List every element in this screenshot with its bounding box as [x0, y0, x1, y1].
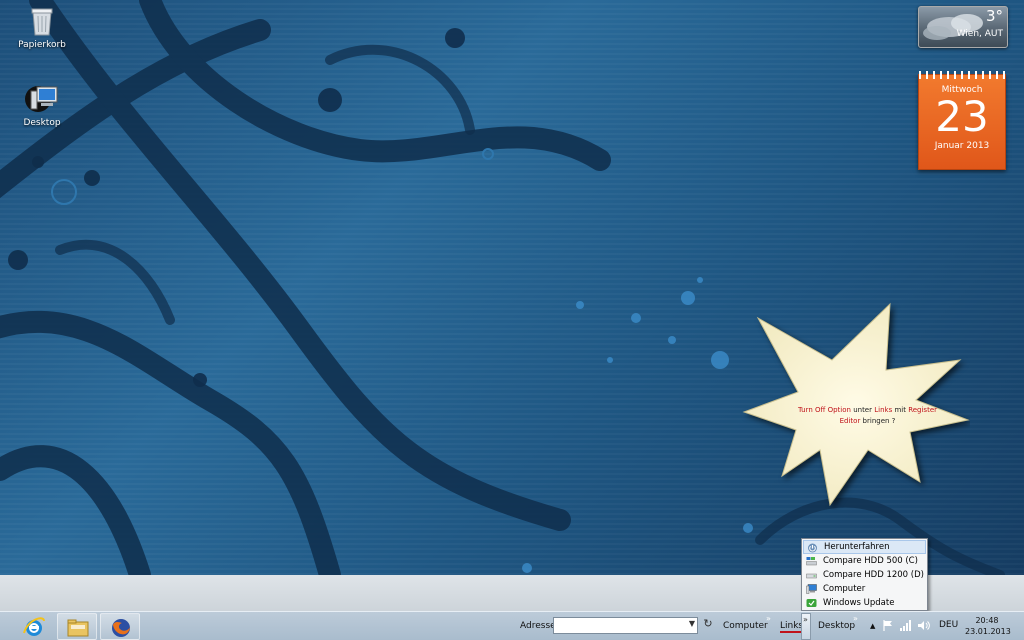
callout-text-part: mit — [892, 406, 909, 414]
taskbar-app-internet-explorer[interactable] — [14, 613, 54, 640]
calendar-rings — [919, 71, 1007, 79]
starburst-callout-text: Turn Off Option unter Links mit Register… — [790, 405, 945, 427]
show-hidden-icons-icon[interactable]: ▲ — [870, 622, 875, 630]
action-center-flag-icon[interactable] — [883, 620, 893, 634]
links-toolbar-menu: Herunterfahren Compare HDD 500 (C) Compa… — [801, 538, 928, 611]
menu-item-compare-hdd-500[interactable]: Compare HDD 500 (C) — [803, 554, 926, 568]
desktop-icon-label: Papierkorb — [18, 40, 66, 50]
callout-text-part: Links — [874, 406, 893, 414]
power-icon — [807, 543, 818, 553]
toolbar-desktop[interactable]: Desktop — [818, 621, 855, 631]
internet-explorer-icon — [23, 617, 45, 636]
menu-item-computer[interactable]: Computer — [803, 582, 926, 596]
calendar-day: 23 — [935, 92, 989, 141]
menu-item-windows-update[interactable]: Windows Update — [803, 596, 926, 610]
desktop-icon-label: Desktop — [23, 118, 61, 128]
taskbar-app-explorer[interactable] — [57, 613, 97, 640]
folder-icon — [67, 619, 89, 637]
windows-update-icon — [806, 598, 817, 608]
callout-text-part: unter — [850, 406, 875, 414]
taskbar-app-firefox[interactable] — [100, 613, 140, 640]
desktop-icon-desktop[interactable]: Desktop — [12, 82, 72, 128]
taskbar: Adresse ▼ ↻ Computer » Links » Desktop »… — [0, 611, 1024, 640]
recycle-bin-icon — [25, 4, 59, 38]
toolbar-chevron-computer[interactable]: » — [766, 614, 771, 623]
menu-item-herunterfahren[interactable]: Herunterfahren — [803, 540, 926, 554]
weather-temperature: 3° — [985, 7, 1003, 25]
chevron-down-icon[interactable]: ▼ — [689, 619, 695, 628]
address-toolbar-label: Adresse — [520, 621, 556, 631]
address-input[interactable]: ▼ — [553, 617, 698, 634]
callout-text-part: bringen ? — [860, 417, 896, 425]
network-signal-icon[interactable] — [900, 620, 912, 634]
refresh-icon[interactable]: ↻ — [700, 617, 716, 634]
clock-time: 20:48 — [975, 616, 999, 625]
toolbar-chevron-links-glyph: » — [803, 615, 808, 624]
drive-icon — [806, 570, 817, 580]
menu-item-label: Computer — [823, 584, 866, 594]
menu-item-compare-hdd-1200[interactable]: Compare HDD 1200 (D) — [803, 568, 926, 582]
weather-location: Wien, AUT — [956, 29, 1003, 39]
menu-item-label: Compare HDD 1200 (D) — [823, 570, 924, 580]
menu-item-label: Herunterfahren — [824, 542, 890, 552]
menu-item-label: Windows Update — [823, 598, 895, 608]
toolbar-links[interactable]: Links — [780, 621, 804, 633]
drive-icon — [806, 556, 817, 566]
menu-item-label: Compare HDD 500 (C) — [823, 556, 918, 566]
desktop-icon-recycle-bin[interactable]: Papierkorb — [12, 4, 72, 50]
input-language-indicator[interactable]: DEU — [939, 620, 958, 630]
calendar-gadget[interactable]: Mittwoch 23 Januar 2013 — [918, 71, 1007, 170]
computer-icon — [806, 584, 817, 594]
toolbar-chevron-links[interactable]: » — [801, 613, 811, 640]
toolbar-chevron-desktop[interactable]: » — [853, 614, 858, 623]
computer-icon — [25, 82, 59, 116]
firefox-icon — [112, 619, 130, 637]
toolbar-computer[interactable]: Computer — [723, 621, 768, 631]
volume-speaker-icon[interactable] — [918, 620, 930, 634]
callout-text-part: Turn Off Option — [797, 406, 851, 414]
calendar-month-year: Januar 2013 — [934, 141, 990, 151]
weather-gadget[interactable]: 3° Wien, AUT — [918, 6, 1008, 48]
taskbar-clock[interactable]: 20:48 23.01.2013 — [965, 615, 1011, 637]
clock-date: 23.01.2013 — [965, 627, 1011, 636]
